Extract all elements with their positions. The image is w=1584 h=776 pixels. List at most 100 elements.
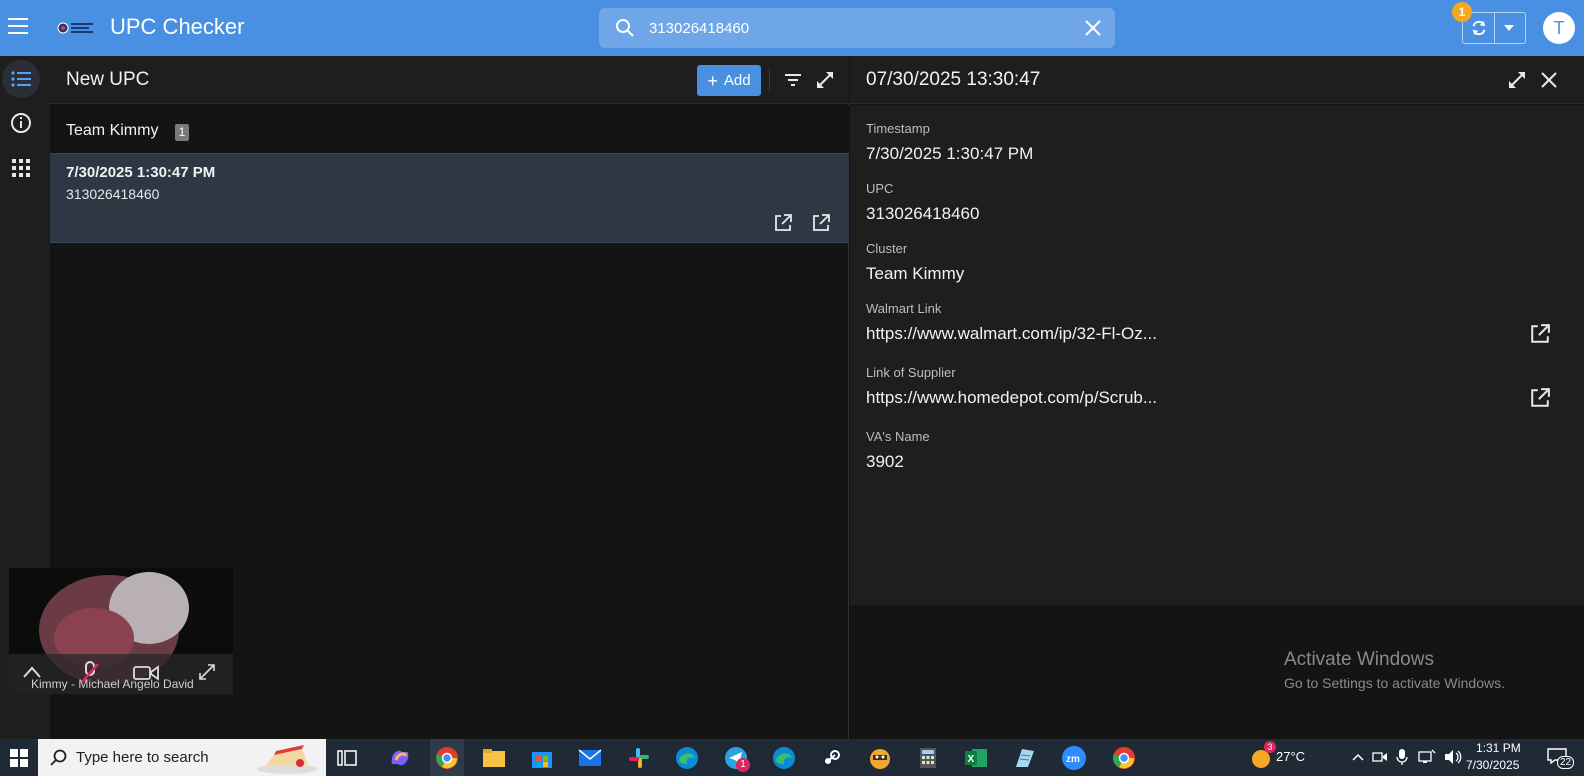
file-explorer-icon[interactable] <box>480 744 508 772</box>
nav-info-button[interactable] <box>2 104 40 142</box>
group-label: Team Kimmy <box>66 122 159 139</box>
slack-icon[interactable] <box>625 744 653 772</box>
microsoft-store-icon[interactable] <box>528 744 556 772</box>
notification-count: 22 <box>1557 756 1575 769</box>
list-panel-header: New UPC + Add <box>50 56 849 104</box>
search-input[interactable] <box>649 8 1069 48</box>
timestamp-label: Timestamp <box>866 121 930 136</box>
record-timestamp: 7/30/2025 1:30:47 PM <box>66 164 216 181</box>
weather-temperature[interactable]: 27°C <box>1276 749 1305 764</box>
start-button[interactable] <box>0 739 38 776</box>
chevron-up-icon[interactable] <box>1352 753 1364 761</box>
open-external-icon[interactable] <box>774 214 792 232</box>
steam-icon[interactable] <box>818 744 846 772</box>
watermark-title: Activate Windows <box>1284 649 1434 670</box>
clock-date[interactable]: 7/30/2025 <box>1466 758 1519 772</box>
menu-icon[interactable] <box>8 18 28 34</box>
search-icon <box>50 749 67 766</box>
record-upc: 313026418460 <box>66 186 160 202</box>
app-logo <box>57 22 93 34</box>
detail-title: 07/30/2025 13:30:47 <box>866 69 1041 90</box>
search-icon <box>616 19 634 37</box>
list-panel-title: New UPC <box>66 69 150 90</box>
microphone-icon[interactable] <box>1396 748 1408 766</box>
mail-icon[interactable] <box>576 744 604 772</box>
svg-text:X: X <box>968 754 975 765</box>
close-icon[interactable] <box>1083 18 1103 38</box>
telegram-icon[interactable]: 1 <box>722 744 750 772</box>
edge-icon[interactable] <box>673 744 701 772</box>
group-header[interactable]: Team Kimmy 1 <box>50 105 849 153</box>
expand-icon[interactable] <box>816 71 834 89</box>
game-character-icon[interactable] <box>866 744 894 772</box>
taskbar-search-placeholder: Type here to search <box>76 749 209 766</box>
sync-icon[interactable] <box>1470 19 1488 37</box>
sync-button-group <box>1462 12 1526 44</box>
volume-icon[interactable] <box>1444 749 1462 765</box>
apps-grid-icon <box>12 159 30 177</box>
cake-icon <box>257 745 317 774</box>
calculator-icon[interactable] <box>914 744 942 772</box>
va-name-label: VA's Name <box>866 429 930 444</box>
info-icon <box>11 113 31 133</box>
list-icon <box>11 71 31 87</box>
nav-apps-button[interactable] <box>2 149 40 187</box>
detail-header: 07/30/2025 13:30:47 <box>850 56 1584 104</box>
notifications-button[interactable]: 22 <box>1547 746 1575 769</box>
add-button[interactable]: + Add <box>697 65 761 96</box>
cluster-label: Cluster <box>866 241 908 256</box>
nav-list-button[interactable] <box>2 60 40 98</box>
app-title: UPC Checker <box>110 14 245 39</box>
upc-label: UPC <box>866 181 894 196</box>
video-call-overlay[interactable]: Kimmy - Michael Angelo David <box>9 568 233 694</box>
open-external-icon[interactable] <box>812 214 830 232</box>
cluster-value: Team Kimmy <box>866 264 965 283</box>
expand-icon[interactable] <box>199 664 215 680</box>
clock-time[interactable]: 1:31 PM <box>1476 741 1521 755</box>
activate-windows-watermark: Activate Windows Go to Settings to activ… <box>1284 649 1505 691</box>
windows-icon <box>10 748 28 767</box>
open-external-icon[interactable] <box>1530 388 1550 408</box>
list-item[interactable]: 7/30/2025 1:30:47 PM 313026418460 <box>50 153 849 243</box>
zoom-icon[interactable]: zm <box>1060 744 1088 772</box>
svg-text:zm: zm <box>1066 754 1080 765</box>
chrome-profile-icon[interactable] <box>1110 744 1138 772</box>
taskbar-search[interactable]: Type here to search <box>38 739 326 776</box>
telegram-badge: 1 <box>736 758 750 772</box>
open-external-icon[interactable] <box>1530 324 1550 344</box>
chrome-icon[interactable] <box>430 739 464 776</box>
app-header: UPC Checker 1 T <box>0 0 1584 56</box>
group-count-badge: 1 <box>175 124 189 141</box>
detail-panel: 07/30/2025 13:30:47 Timestamp 7/30/2025 … <box>850 56 1584 739</box>
divider <box>769 68 770 92</box>
windows-taskbar: Type here to search 1 X zm 3 27°C 1:31 P… <box>0 739 1584 776</box>
network-icon[interactable] <box>1418 749 1436 765</box>
expand-icon[interactable] <box>1508 71 1526 89</box>
walmart-link-value[interactable]: https://www.walmart.com/ip/32-Fl-Oz... <box>866 324 1157 344</box>
va-name-value: 3902 <box>866 452 904 471</box>
excel-icon[interactable]: X <box>962 744 990 772</box>
plus-icon: + <box>707 70 718 91</box>
upc-value: 313026418460 <box>866 204 980 223</box>
close-icon[interactable] <box>1540 71 1558 89</box>
sync-count-badge: 1 <box>1452 2 1472 22</box>
watermark-subtitle: Go to Settings to activate Windows. <box>1284 675 1505 691</box>
supplier-link-value[interactable]: https://www.homedepot.com/p/Scrub... <box>866 388 1157 408</box>
task-view-icon[interactable] <box>333 744 361 772</box>
participant-name: Kimmy - Michael Angelo David <box>31 677 194 691</box>
detail-fields: Timestamp 7/30/2025 1:30:47 PM UPC 31302… <box>850 105 1584 605</box>
notepad-icon[interactable] <box>1010 744 1038 772</box>
copilot-icon[interactable] <box>386 744 414 772</box>
divider <box>1494 13 1495 43</box>
timestamp-value: 7/30/2025 1:30:47 PM <box>866 144 1034 163</box>
filter-icon[interactable] <box>785 74 801 86</box>
edge-profile-icon[interactable] <box>770 744 798 772</box>
search-box[interactable] <box>599 8 1115 48</box>
avatar[interactable]: T <box>1543 12 1575 44</box>
supplier-link-label: Link of Supplier <box>866 365 956 380</box>
weather-badge: 3 <box>1264 741 1276 753</box>
add-button-label: Add <box>723 72 751 89</box>
meet-camera-icon[interactable] <box>1372 749 1388 765</box>
chevron-down-icon[interactable] <box>1503 23 1515 33</box>
walmart-link-label: Walmart Link <box>866 301 942 316</box>
